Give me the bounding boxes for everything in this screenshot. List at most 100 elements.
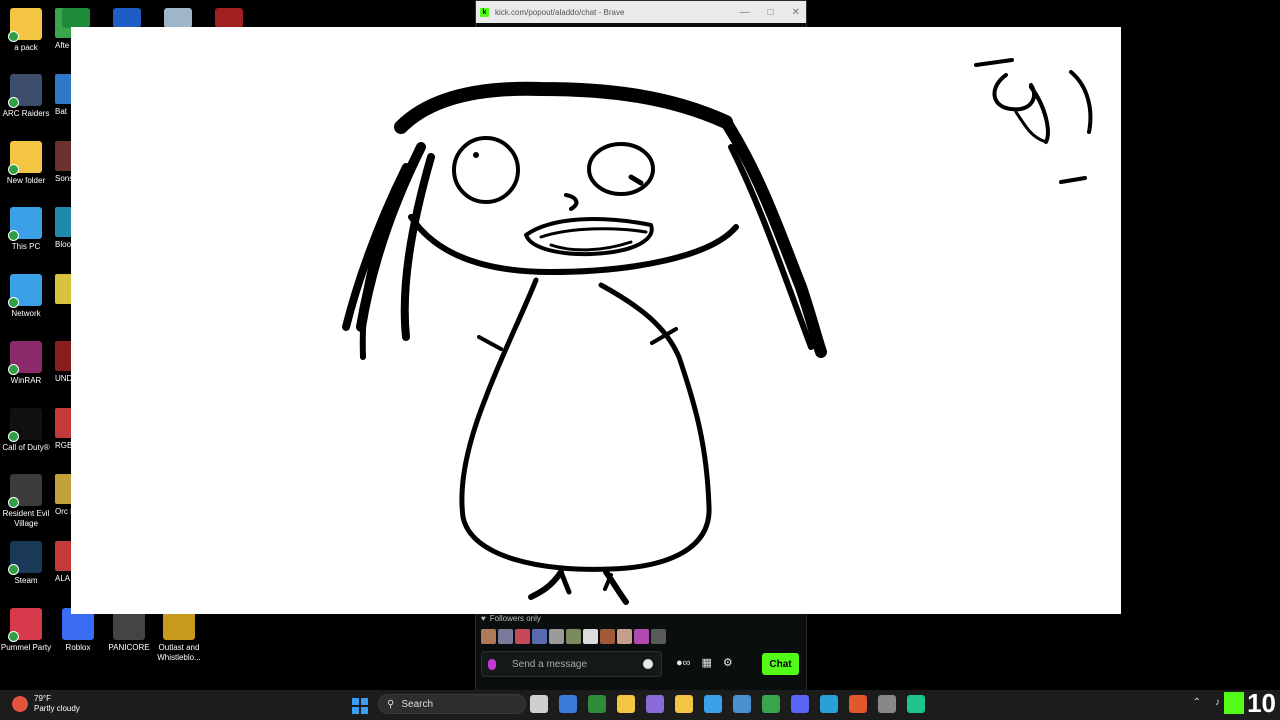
sync-check-icon — [8, 631, 19, 642]
app-icon — [8, 408, 42, 442]
emoji-icon[interactable] — [643, 659, 653, 669]
taskbar-app-icon[interactable] — [559, 695, 577, 713]
taskbar-app-icon[interactable] — [791, 695, 809, 713]
desktop-icon-label: WinRAR — [10, 376, 42, 385]
followers-only-label: Followers only — [489, 614, 541, 623]
desktop-icon[interactable]: PANICORE — [103, 608, 155, 653]
weather-temp: 79°F — [34, 694, 51, 703]
emote-icon[interactable] — [498, 629, 513, 644]
sync-check-icon — [8, 297, 19, 308]
taskbar-app-icon[interactable] — [675, 695, 693, 713]
app-icon — [8, 207, 42, 241]
taskbar-app-icon[interactable] — [878, 695, 896, 713]
microphone-tray-icon[interactable]: ♪ — [1215, 697, 1220, 708]
app-icon — [8, 74, 42, 108]
desktop-icon[interactable]: WinRAR — [0, 341, 52, 386]
app-icon — [8, 8, 42, 42]
system-tray[interactable]: ⌃ ♪ — [1193, 697, 1220, 708]
desktop-icon-label: PANICORE — [108, 643, 150, 652]
microphone-icon[interactable] — [488, 658, 496, 670]
weather-desc: Partly cloudy — [34, 704, 80, 713]
app-icon — [8, 341, 42, 375]
taskbar-app-icon[interactable] — [704, 695, 722, 713]
emote-bar[interactable] — [481, 629, 666, 644]
users-icon[interactable]: ●∞ — [676, 657, 691, 669]
chevron-up-icon[interactable]: ⌃ — [1193, 697, 1201, 708]
emote-icon[interactable] — [481, 629, 496, 644]
taskbar-app-icon[interactable] — [588, 695, 606, 713]
close-icon[interactable]: ✕ — [792, 7, 800, 18]
windows-start-icon[interactable] — [352, 698, 368, 714]
window-title: kick.com/popout/aladdo/chat - Brave — [495, 7, 625, 17]
taskbar-app-icon[interactable] — [646, 695, 664, 713]
search-label: Search — [401, 698, 434, 710]
weather-widget[interactable]: 79°F Partly cloudy — [12, 694, 80, 714]
stream-overlay-badge: 10 — [1224, 690, 1276, 716]
desktop-icon[interactable]: Call of Duty® — [0, 408, 52, 453]
heart-icon: ♥ — [481, 614, 486, 623]
taskbar-app-icon[interactable] — [530, 695, 548, 713]
recycle-bin-icon[interactable] — [164, 8, 192, 28]
game-controller-icon[interactable] — [113, 8, 141, 28]
sync-check-icon — [8, 230, 19, 241]
kick-badge-icon — [1224, 692, 1245, 714]
sync-check-icon — [8, 164, 19, 175]
desktop-icon[interactable]: Pummel Party — [0, 608, 52, 653]
minimize-icon[interactable]: — — [740, 7, 750, 18]
sync-check-icon — [8, 431, 19, 442]
desktop-icon[interactable]: ARC Raiders — [0, 74, 52, 119]
emote-icon[interactable] — [566, 629, 581, 644]
desktop-icon-label: This PC — [11, 242, 41, 251]
maximize-icon[interactable]: □ — [768, 7, 774, 18]
emote-icon[interactable] — [515, 629, 530, 644]
desktop-icon-label: Roblox — [65, 643, 91, 652]
desktop-icon-label: a pack — [14, 43, 38, 52]
taskbar-app-icon[interactable] — [907, 695, 925, 713]
send-message-input[interactable] — [510, 657, 634, 671]
taskbar-search[interactable]: ⚲ Search — [378, 694, 526, 714]
desktop-icon[interactable]: a pack — [0, 8, 52, 53]
desktop-icon[interactable]: This PC — [0, 207, 52, 252]
desktop-icon[interactable]: Roblox — [52, 608, 104, 653]
kick-logo-icon: k — [480, 7, 489, 17]
taskbar-app-icon[interactable] — [849, 695, 867, 713]
desktop-icon-label: Outlast and Whistleblo... — [157, 643, 201, 662]
chat-send-button[interactable]: Chat — [762, 653, 799, 675]
taskbar-app-icon[interactable] — [617, 695, 635, 713]
desktop-icon-label: Pummel Party — [0, 643, 52, 652]
taskbar-app-icon[interactable] — [762, 695, 780, 713]
sync-check-icon — [8, 31, 19, 42]
desktop-icon-label: New folder — [6, 176, 46, 185]
sync-check-icon — [8, 497, 19, 508]
xbox-icon[interactable] — [62, 8, 90, 28]
desktop-icon[interactable]: Steam — [0, 541, 52, 586]
desktop-icon[interactable]: New folder — [0, 141, 52, 186]
emote-icon[interactable] — [583, 629, 598, 644]
emote-icon[interactable] — [634, 629, 649, 644]
badge-number: 10 — [1247, 688, 1276, 718]
taskbar-app-icon[interactable] — [733, 695, 751, 713]
desktop-icon-label: Network — [11, 309, 41, 318]
chat-input-container[interactable] — [481, 651, 662, 677]
sync-check-icon — [8, 97, 19, 108]
search-icon: ⚲ — [387, 698, 395, 710]
store-icon[interactable]: ▦ — [702, 656, 712, 669]
browser-titlebar[interactable]: k kick.com/popout/aladdo/chat - Brave — … — [476, 1, 806, 23]
weather-icon — [12, 696, 28, 712]
taskbar-app-icon[interactable] — [820, 695, 838, 713]
emote-icon[interactable] — [532, 629, 547, 644]
emote-icon[interactable] — [600, 629, 615, 644]
desktop-icon[interactable]: Outlast and Whistleblo... — [153, 608, 205, 663]
emote-icon[interactable] — [549, 629, 564, 644]
app-icon — [8, 474, 42, 508]
desktop-icon[interactable]: Network — [0, 274, 52, 319]
emote-icon[interactable] — [651, 629, 666, 644]
sync-check-icon — [8, 364, 19, 375]
emote-icon[interactable] — [617, 629, 632, 644]
diablo-icon[interactable] — [215, 8, 243, 28]
followers-only-indicator: ♥ Followers only — [481, 614, 541, 623]
settings-gear-icon[interactable]: ⚙ — [723, 656, 733, 669]
desktop-icon[interactable]: Resident Evil Village — [0, 474, 52, 529]
desktop-icon-label: ARC Raiders — [2, 109, 50, 118]
desktop-icon-label: Call of Duty® — [2, 443, 50, 452]
